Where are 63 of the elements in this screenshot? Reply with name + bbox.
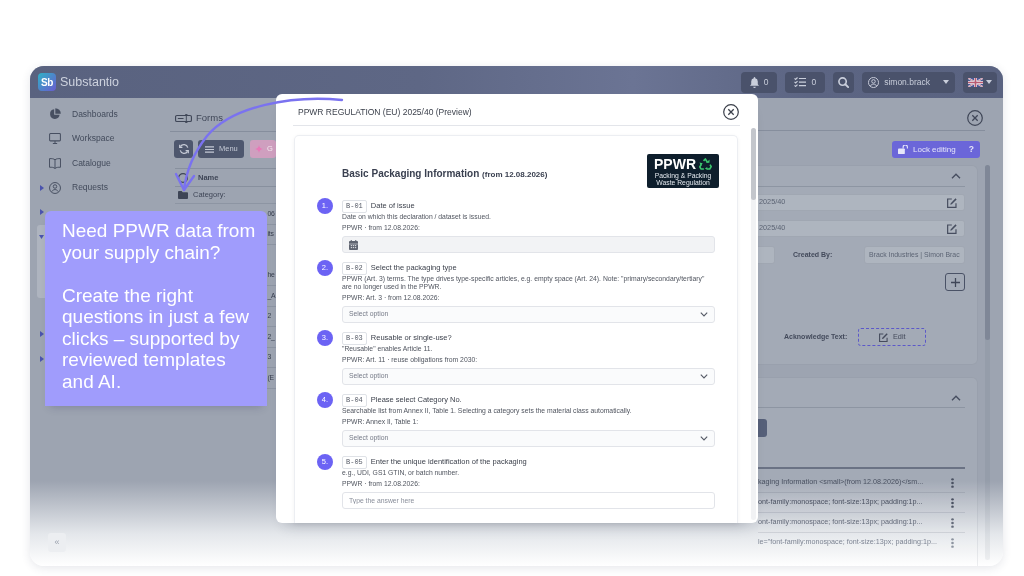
- app-logo: Sb: [38, 73, 56, 91]
- app-name: Substantio: [60, 73, 120, 91]
- menu-icon: [205, 145, 214, 153]
- search-icon: [838, 76, 850, 88]
- modal-title: PPWR REGULATION (EU) 2025/40 (Preview): [298, 105, 472, 119]
- caret-right-icon[interactable]: [40, 209, 44, 216]
- flag-icon: [968, 77, 983, 87]
- panel-title: Forms: [196, 110, 223, 125]
- tasks-button[interactable]: 0: [785, 71, 826, 93]
- sidebar-item[interactable]: Workspace: [38, 126, 160, 151]
- date-field[interactable]: [342, 236, 715, 253]
- search-button[interactable]: [833, 71, 855, 93]
- checklist-icon: [794, 77, 807, 87]
- sidebar-item[interactable]: Dashboards: [38, 102, 160, 127]
- chevron-down-icon: [700, 374, 708, 379]
- chevron-up-icon[interactable]: [951, 173, 961, 179]
- pie-chart-icon: [49, 108, 61, 121]
- caret-down-icon[interactable]: [39, 234, 44, 239]
- sidebar-item[interactable]: Requests: [38, 175, 160, 200]
- edit-icon[interactable]: [947, 197, 957, 208]
- kebab-menu-icon[interactable]: [951, 497, 954, 508]
- close-icon[interactable]: [723, 104, 739, 120]
- form-title: Basic Packaging Information (from 12.08.2026): [342, 166, 548, 181]
- text-input-icon: [175, 113, 192, 123]
- plus-icon: [950, 277, 960, 287]
- user-menu-button[interactable]: simon.brack: [862, 71, 955, 93]
- caret-right-icon[interactable]: [40, 184, 44, 191]
- refresh-button[interactable]: [174, 140, 193, 158]
- chevron-up-icon[interactable]: [951, 395, 961, 401]
- book-icon: [49, 157, 61, 169]
- kebab-menu-icon[interactable]: [951, 477, 954, 488]
- kebab-menu-icon[interactable]: [951, 537, 954, 548]
- scrollbar[interactable]: [751, 128, 756, 520]
- scrollbar[interactable]: [985, 165, 990, 560]
- lock-editing-button[interactable]: Lock editing ?: [892, 141, 980, 158]
- callout-heading: Need PPWR data from your supply chain?: [62, 220, 257, 263]
- logo-text: PPWR: [654, 156, 696, 171]
- chevron-down-icon: [700, 436, 708, 441]
- chevron-down-icon: [700, 312, 708, 317]
- edit-icon: [879, 332, 888, 342]
- sparkle-icon: [255, 145, 263, 153]
- language-button[interactable]: [963, 71, 997, 93]
- collapse-sidebar-button[interactable]: «: [48, 533, 66, 552]
- bell-icon: [749, 76, 759, 88]
- monitor-icon: [49, 133, 61, 145]
- unlocked-lock-icon: [898, 145, 908, 154]
- callout-text: Create the right questions in just a few clicks – supported by reviewed templates and AI.: [62, 284, 250, 392]
- caret-down-icon: [986, 80, 992, 84]
- kebab-menu-icon[interactable]: [951, 517, 954, 528]
- recycle-icon: [699, 157, 712, 170]
- help-icon[interactable]: ?: [968, 143, 974, 156]
- calendar-icon: [349, 239, 358, 250]
- add-button[interactable]: [945, 273, 965, 291]
- folder-icon: [178, 191, 188, 199]
- sidebar-item[interactable]: Catalogue: [38, 151, 160, 176]
- edit-icon[interactable]: [947, 223, 957, 234]
- refresh-icon: [178, 144, 189, 154]
- circle-icon[interactable]: [178, 172, 188, 183]
- user-circle-icon: [49, 181, 61, 194]
- caret-down-icon: [943, 80, 949, 84]
- text-field[interactable]: [758, 246, 775, 264]
- notifications-button[interactable]: 0: [740, 71, 778, 93]
- user-circle-icon: [868, 76, 880, 88]
